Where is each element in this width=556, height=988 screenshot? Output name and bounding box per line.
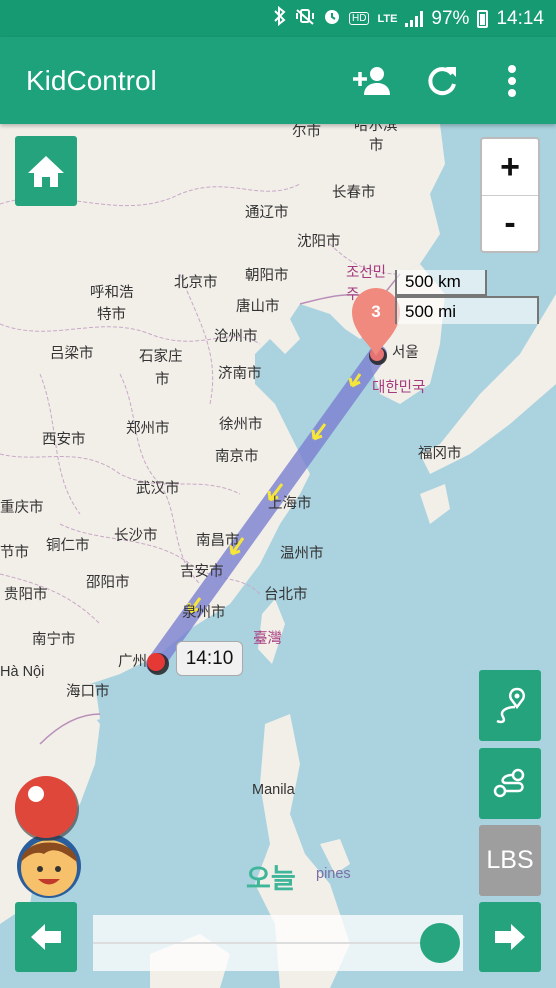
clock: 14:14 [496, 7, 544, 29]
next-day-button[interactable] [479, 902, 541, 972]
city-label: 吕梁市 [50, 346, 94, 362]
time-slider[interactable] [93, 915, 463, 971]
app-bar: KidControl [0, 37, 556, 124]
marker-count: 3 [371, 302, 381, 321]
city-label: 南宁市 [32, 632, 76, 648]
refresh-icon [428, 66, 456, 95]
city-label: 市 [369, 138, 384, 154]
city-label: 重庆市 [0, 500, 44, 516]
city-label: 海口市 [66, 684, 110, 700]
city-label: 铜仁市 [46, 538, 90, 554]
refresh-button[interactable] [412, 51, 472, 111]
path-button[interactable] [479, 748, 541, 819]
lte-icon: LTE [377, 12, 398, 25]
slider-thumb[interactable] [420, 923, 460, 963]
country-label: 조선민 [346, 265, 387, 281]
scale-mi: 500 mi [395, 296, 539, 324]
avatar-icon [15, 776, 81, 898]
city-label: 西安市 [42, 432, 86, 448]
start-point [147, 653, 165, 671]
city-label: 广州 [118, 654, 147, 670]
add-person-button[interactable] [342, 51, 402, 111]
city-label: 南京市 [215, 449, 259, 465]
zoom-control: + - [480, 137, 540, 253]
child-avatar[interactable] [14, 776, 84, 901]
app-title: KidControl [26, 64, 157, 96]
country-label: 대한민국 [372, 380, 426, 396]
city-label: 尔市 [292, 124, 321, 140]
city-label: 朝阳市 [245, 268, 289, 284]
map-view[interactable]: 3 尔市 哈尔滨 市 长春市 通辽市 沈阳市 呼和浩 特市 北京市 朝阳市 唐山… [0, 124, 556, 988]
zoom-out-button[interactable]: - [482, 195, 538, 251]
path-icon [493, 768, 525, 797]
battery-icon [477, 9, 489, 28]
city-label: 北京市 [174, 275, 218, 291]
scale-km: 500 km [395, 270, 487, 296]
hd-icon: HD [349, 12, 370, 25]
city-label: 温州市 [280, 546, 324, 562]
bluetooth-icon [273, 5, 287, 31]
city-label: 泉州市 [182, 605, 226, 621]
city-label: 市 [155, 372, 170, 388]
status-bar: HD LTE 97% 14:14 [0, 0, 556, 37]
city-label: 邵阳市 [86, 575, 130, 591]
city-label: 南昌市 [196, 533, 240, 549]
city-label: 武汉市 [136, 481, 180, 497]
more-vert-icon [508, 64, 516, 97]
city-label: 徐州市 [219, 417, 263, 433]
vibrate-off-icon [295, 7, 315, 30]
country-label: 주 [346, 287, 360, 303]
city-label: 哈尔滨 [354, 124, 398, 134]
scale-bar: 500 km 500 mi [395, 270, 539, 324]
city-label: 贵阳市 [4, 587, 48, 603]
signal-icon [405, 10, 424, 27]
prev-day-button[interactable] [15, 902, 77, 972]
lbs-button[interactable]: LBS [479, 825, 541, 896]
arrow-right-icon [495, 924, 525, 950]
city-label: 呼和浩 [90, 285, 134, 301]
alarm-icon [323, 7, 341, 30]
city-label: 吉安市 [180, 564, 224, 580]
city-label: 济南市 [218, 366, 262, 382]
city-label: 特市 [97, 307, 126, 323]
home-button[interactable] [15, 136, 77, 206]
slider-track [93, 942, 443, 944]
city-label: 沈阳市 [297, 234, 341, 250]
route-pin-icon [496, 687, 525, 723]
battery-percent: 97% [431, 7, 470, 29]
region-label: 臺灣 [253, 631, 282, 647]
arrow-left-icon [31, 924, 61, 950]
zoom-in-button[interactable]: + [482, 139, 538, 195]
more-options-button[interactable] [482, 51, 542, 111]
city-label: 通辽市 [245, 205, 289, 221]
city-label: 서울 [392, 345, 419, 361]
city-label: 郑州市 [126, 421, 170, 437]
route-button[interactable] [479, 670, 541, 741]
city-label: 台北市 [264, 587, 308, 603]
city-label: Hà Nội [0, 664, 45, 680]
city-label: 长春市 [332, 185, 376, 201]
city-label: 唐山市 [236, 299, 280, 315]
city-label: 节市 [0, 545, 29, 561]
time-label: 14:10 [176, 641, 243, 676]
home-icon [28, 156, 64, 187]
city-label: Manila [252, 782, 295, 798]
city-label: 沧州市 [214, 329, 258, 345]
add-person-icon [353, 66, 390, 95]
city-label: 上海市 [268, 496, 312, 512]
city-label: 福冈市 [418, 446, 462, 462]
city-label: 长沙市 [114, 528, 158, 544]
city-label: 石家庄 [139, 349, 183, 365]
day-label: 오늘 [246, 864, 296, 894]
city-label: pines [316, 866, 351, 882]
